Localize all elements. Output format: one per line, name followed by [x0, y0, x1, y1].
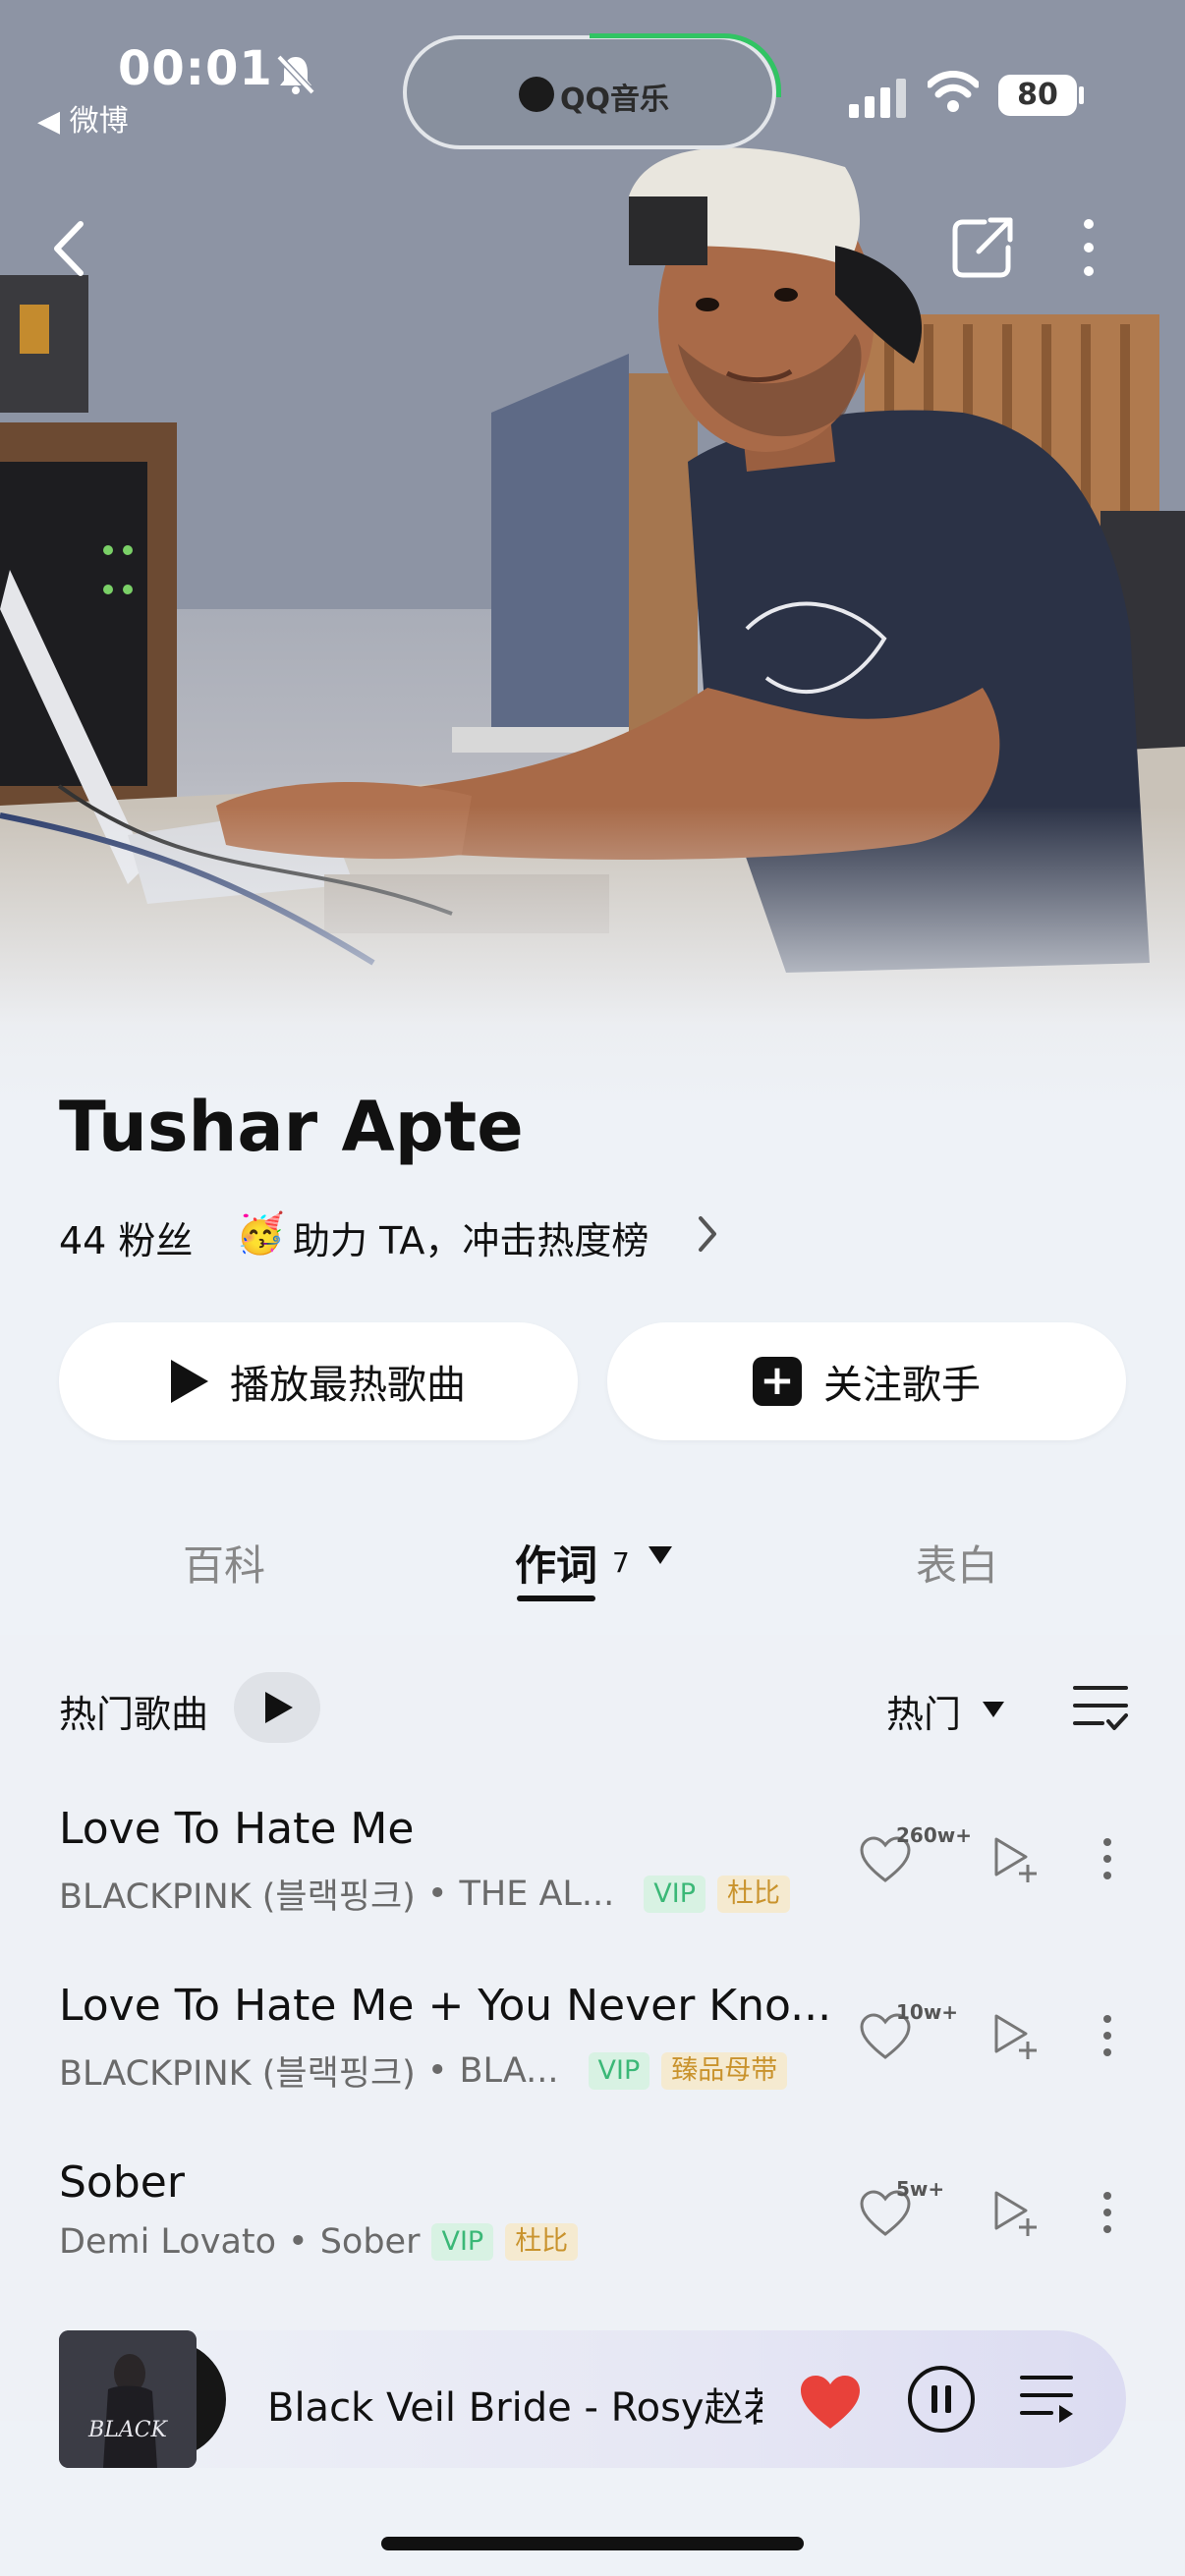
more-vertical-icon[interactable]	[1077, 216, 1100, 279]
tab-dropdown-caret-icon[interactable]	[649, 1546, 672, 1564]
song-title[interactable]: Sober	[59, 2157, 185, 2208]
now-playing-title[interactable]: Black Veil Bride - Rosy赵若	[267, 2376, 762, 2433]
song-artist: Demi Lovato	[59, 2222, 277, 2262]
cover-title-text: BLACK	[87, 2418, 168, 2442]
liked-heart-icon[interactable]	[798, 2374, 863, 2433]
party-emoji-icon: 🥳	[236, 1211, 285, 1257]
song-title[interactable]: Love To Hate Me	[59, 1804, 414, 1854]
chevron-right-icon[interactable]	[696, 1214, 719, 1254]
home-indicator[interactable]	[381, 2537, 804, 2550]
add-to-playlist-icon[interactable]	[992, 1835, 1040, 1884]
artist-name: Tushar Apte	[59, 1087, 524, 1167]
back-to-weibo-link[interactable]: ◀ 微博	[37, 96, 129, 140]
quality-badge: 杜比	[505, 2223, 579, 2261]
qq-music-logo-icon	[519, 77, 554, 112]
meta-separator: •	[426, 2050, 448, 2091]
play-hot-songs-button[interactable]: 播放最热歌曲	[59, 1322, 578, 1440]
song-album: Sober	[319, 2222, 421, 2262]
battery-nub	[1079, 86, 1084, 104]
mute-bell-icon	[276, 54, 315, 95]
like-count: 10w+	[896, 2000, 959, 2024]
song-album: BLA...	[459, 2050, 559, 2091]
boost-chart-link[interactable]: 助力 TA，冲击热度榜	[293, 1210, 649, 1264]
vip-badge: VIP	[644, 1875, 705, 1913]
share-icon[interactable]	[949, 216, 1016, 281]
tab-lyricist-count: 7	[612, 1546, 630, 1579]
status-time: 00:01	[118, 41, 273, 96]
tab-encyclopedia[interactable]: 百科	[183, 1533, 265, 1593]
vip-badge: VIP	[431, 2223, 494, 2261]
battery-indicator: 80	[998, 75, 1077, 116]
quality-badge: 臻品母带	[661, 2051, 788, 2090]
plus-icon: +	[753, 1357, 802, 1406]
song-meta[interactable]: BLACKPINK (블랙핑크) • BLA... VIP 臻品母带	[59, 2045, 788, 2096]
tab-lyricist[interactable]: 作词	[515, 1533, 597, 1593]
wifi-icon	[928, 71, 979, 112]
active-tab-indicator	[517, 1596, 595, 1601]
like-count: 5w+	[896, 2177, 945, 2201]
row-more-icon[interactable]	[1102, 2191, 1112, 2234]
play-hot-songs-label: 播放最热歌曲	[230, 1363, 466, 1408]
follow-artist-label: 关注歌手	[823, 1363, 981, 1408]
add-to-playlist-icon[interactable]	[992, 2012, 1040, 2061]
song-album: THE AL...	[459, 1874, 615, 1914]
hero-fade	[0, 806, 1185, 1120]
song-meta[interactable]: BLACKPINK (블랙핑크) • THE AL... VIP 杜比	[59, 1869, 790, 1919]
row-more-icon[interactable]	[1102, 2014, 1112, 2057]
row-more-icon[interactable]	[1102, 1837, 1112, 1880]
follow-artist-button[interactable]: + 关注歌手	[607, 1322, 1126, 1440]
song-meta[interactable]: Demi Lovato • Sober VIP 杜比	[59, 2222, 579, 2262]
hot-songs-title: 热门歌曲	[59, 1693, 209, 1736]
back-chevron-icon[interactable]	[49, 218, 88, 279]
island-app-name: QQ音乐	[560, 83, 670, 117]
tab-confession[interactable]: 表白	[916, 1533, 998, 1593]
like-count: 260w+	[896, 1823, 972, 1847]
sort-caret-icon[interactable]	[983, 1702, 1004, 1717]
add-to-playlist-icon[interactable]	[992, 2189, 1040, 2238]
song-artist: BLACKPINK (블랙핑크)	[59, 2054, 416, 2094]
quality-badge: 杜比	[716, 1875, 790, 1913]
play-icon	[171, 1360, 208, 1403]
fan-count: 44 粉丝	[59, 1219, 194, 1262]
song-artist: BLACKPINK (블랙핑크)	[59, 1877, 416, 1917]
cellular-signal-icon	[849, 79, 906, 118]
playlist-queue-icon[interactable]	[1018, 2372, 1077, 2427]
meta-separator: •	[288, 2222, 309, 2262]
meta-separator: •	[426, 1874, 448, 1914]
song-title[interactable]: Love To Hate Me + You Never Kno...	[59, 1981, 831, 2031]
batch-select-icon[interactable]	[1073, 1682, 1128, 1733]
album-cover[interactable]: BLACK	[59, 2330, 197, 2468]
pause-icon[interactable]	[906, 2364, 977, 2435]
play-all-icon	[265, 1692, 293, 1723]
vip-badge: VIP	[588, 2051, 650, 2090]
sort-dropdown[interactable]: 热门	[886, 1684, 961, 1738]
